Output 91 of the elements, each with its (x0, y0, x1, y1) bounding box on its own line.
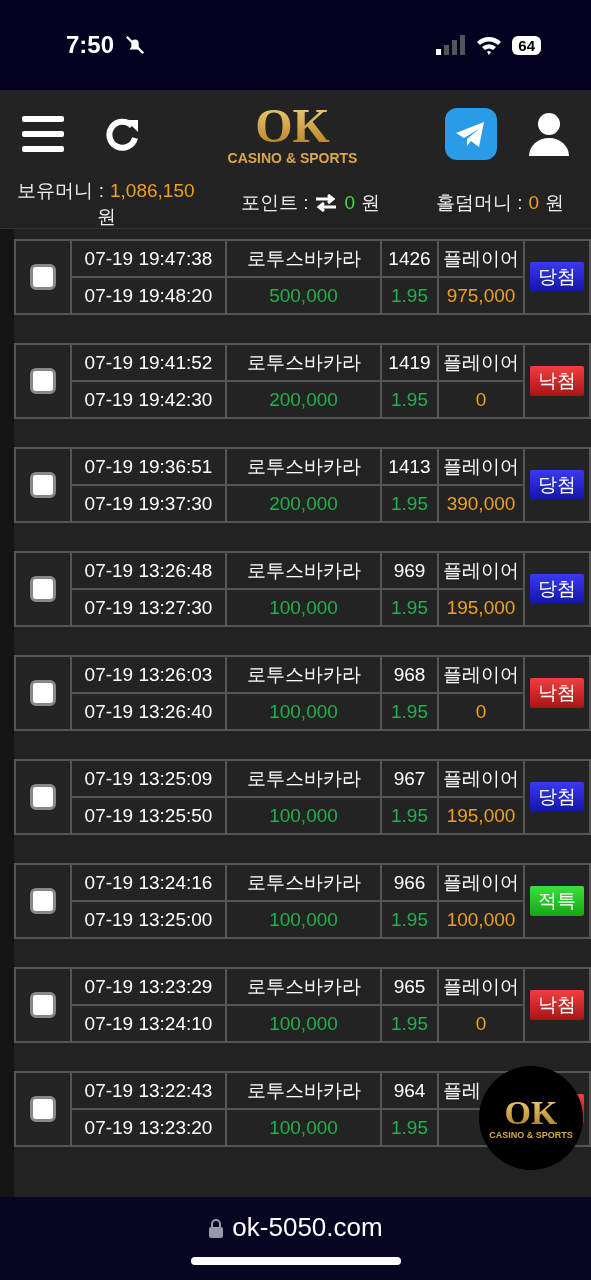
payout-amount: 0 (438, 1005, 524, 1042)
result-badge: 당첨 (530, 574, 584, 604)
game-name: 로투스바카라 (226, 344, 381, 381)
bet-time: 07-19 13:26:48 (71, 552, 226, 589)
round-number: 966 (381, 864, 438, 901)
round-number: 968 (381, 656, 438, 693)
game-name: 로투스바카라 (226, 1072, 381, 1109)
stake-amount: 200,000 (226, 485, 381, 522)
balance-value: 0 (344, 191, 356, 215)
stake-amount: 100,000 (226, 1005, 381, 1042)
bet-time: 07-19 13:23:29 (71, 968, 226, 1005)
odds-value: 1.95 (381, 797, 438, 834)
game-name: 로투스바카라 (226, 760, 381, 797)
bet-time: 07-19 19:47:38 (71, 240, 226, 277)
payout-amount: 195,000 (438, 797, 524, 834)
odds-value: 1.95 (381, 381, 438, 418)
round-number: 1419 (381, 344, 438, 381)
bet-pick: 플레이어 (438, 448, 524, 485)
battery-level: 64 (512, 35, 541, 55)
site-logo[interactable]: OK CASINO & SPORTS (227, 102, 358, 166)
currency-unit: 원 (96, 205, 116, 229)
round-number: 1413 (381, 448, 438, 485)
bet-pick: 플레이어 (438, 968, 524, 1005)
settle-time: 07-19 19:48:20 (71, 277, 226, 314)
bet-time: 07-19 13:26:03 (71, 656, 226, 693)
odds-value: 1.95 (381, 485, 438, 522)
result-badge: 당첨 (530, 470, 584, 500)
bet-time: 07-19 13:22:43 (71, 1072, 226, 1109)
settle-time: 07-19 19:42:30 (71, 381, 226, 418)
settle-time: 07-19 13:27:30 (71, 589, 226, 626)
bet-time: 07-19 19:41:52 (71, 344, 226, 381)
result-badge: 적특 (530, 886, 584, 916)
odds-value: 1.95 (381, 693, 438, 730)
payout-amount: 100,000 (438, 901, 524, 938)
game-name: 로투스바카라 (226, 552, 381, 589)
balance-value: 0 (528, 191, 540, 215)
currency-unit: 원 (361, 191, 381, 215)
balance-label: 보유머니 : (17, 179, 104, 203)
payout-amount: 195,000 (438, 589, 524, 626)
game-name: 로투스바카라 (226, 864, 381, 901)
result-badge: 낙첨 (530, 990, 584, 1020)
odds-value: 1.95 (381, 1005, 438, 1042)
result-badge: 낙첨 (530, 678, 584, 708)
settle-time: 07-19 13:25:00 (71, 901, 226, 938)
currency-unit: 원 (545, 191, 565, 215)
bet-time: 07-19 19:36:51 (71, 448, 226, 485)
stake-amount: 100,000 (226, 797, 381, 834)
bet-pick: 플레이어 (438, 760, 524, 797)
payout-amount: 390,000 (438, 485, 524, 522)
result-badge: 낙첨 (530, 366, 584, 396)
bet-time: 07-19 13:25:09 (71, 760, 226, 797)
stake-amount: 200,000 (226, 381, 381, 418)
settle-time: 07-19 13:24:10 (71, 1005, 226, 1042)
stake-amount: 500,000 (226, 277, 381, 314)
odds-value: 1.95 (381, 901, 438, 938)
bet-pick: 플레이어 (438, 864, 524, 901)
odds-value: 1.95 (381, 589, 438, 626)
settle-time: 07-19 13:26:40 (71, 693, 226, 730)
stake-amount: 100,000 (226, 693, 381, 730)
round-number: 964 (381, 1072, 438, 1109)
balance-label: 포인트 : (240, 191, 309, 215)
stake-amount: 100,000 (226, 901, 381, 938)
bet-time: 07-19 13:24:16 (71, 864, 226, 901)
round-number: 969 (381, 552, 438, 589)
clock-time: 7:50 (66, 31, 115, 59)
odds-value: 1.95 (381, 1109, 438, 1146)
game-name: 로투스바카라 (226, 448, 381, 485)
settle-time: 07-19 13:25:50 (71, 797, 226, 834)
balance-label: 홀덤머니 : (435, 191, 523, 215)
round-number: 1426 (381, 240, 438, 277)
game-name: 로투스바카라 (226, 656, 381, 693)
stake-amount: 100,000 (226, 589, 381, 626)
payout-amount: 975,000 (438, 277, 524, 314)
result-badge: 당첨 (530, 262, 584, 292)
game-name: 로투스바카라 (226, 968, 381, 1005)
game-name: 로투스바카라 (226, 240, 381, 277)
bet-pick: 플레이어 (438, 344, 524, 381)
odds-value: 1.95 (381, 277, 438, 314)
settle-time: 07-19 19:37:30 (71, 485, 226, 522)
stake-amount: 100,000 (226, 1109, 381, 1146)
payout-amount: 0 (438, 693, 524, 730)
round-number: 967 (381, 760, 438, 797)
bet-pick: 플레이어 (438, 552, 524, 589)
payout-amount: 0 (438, 381, 524, 418)
round-number: 965 (381, 968, 438, 1005)
result-badge: 당첨 (530, 782, 584, 812)
balance-value: 1,086,150 (110, 179, 195, 203)
page-url[interactable]: ok-5050.com (232, 1212, 383, 1243)
settle-time: 07-19 13:23:20 (71, 1109, 226, 1146)
bet-pick: 플레이어 (438, 240, 524, 277)
bet-pick: 플레이어 (438, 656, 524, 693)
